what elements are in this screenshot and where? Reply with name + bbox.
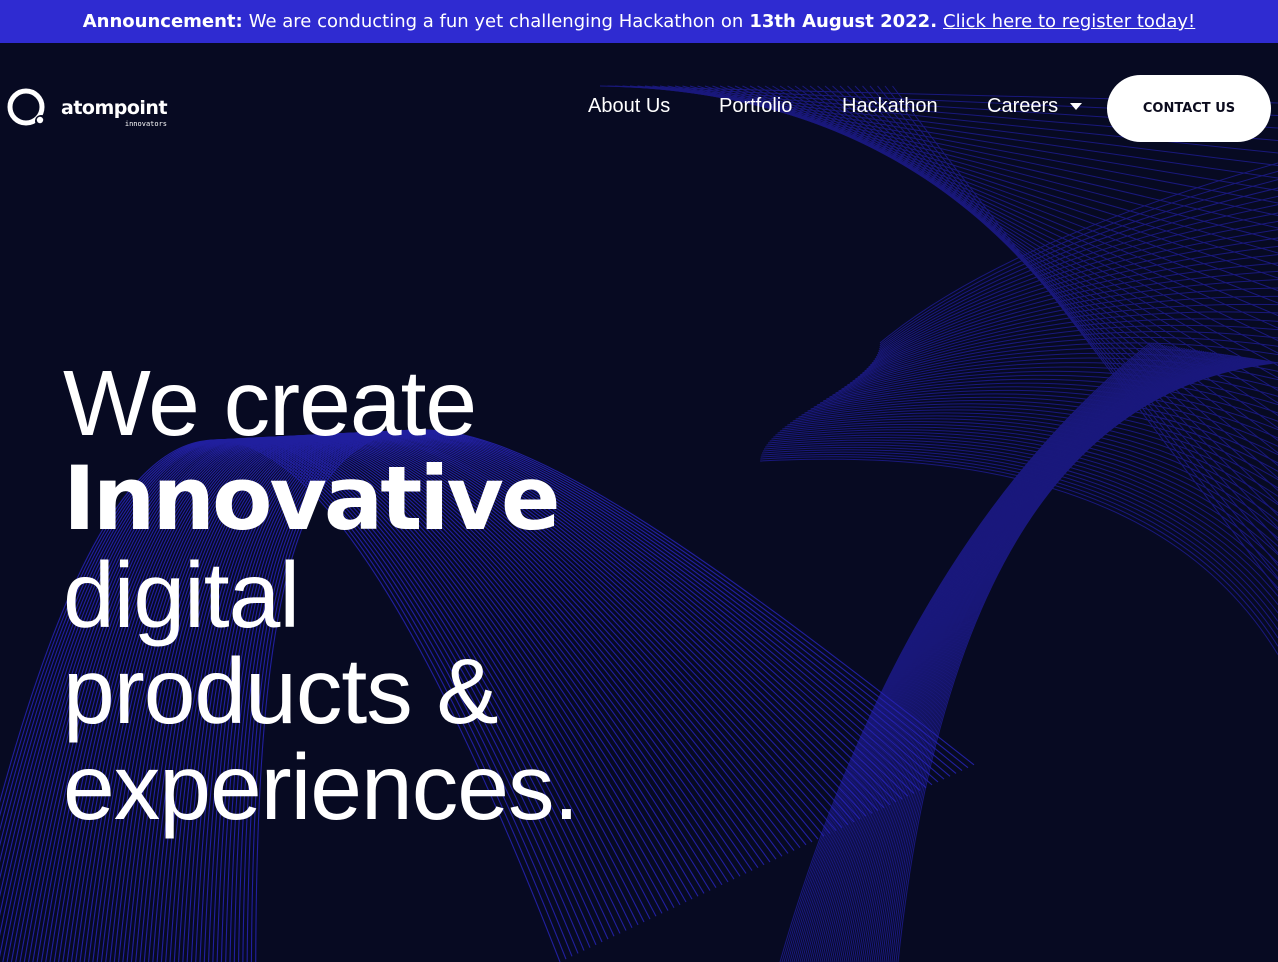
announcement-date: 13th August 2022.	[749, 11, 938, 32]
register-link[interactable]: Click here to register today!	[943, 11, 1195, 32]
hero-line-4: products &	[63, 639, 499, 743]
hero-line-2: Innovative	[63, 447, 561, 550]
brand-name: atompoint	[61, 96, 168, 119]
atompoint-logo-icon	[7, 88, 47, 127]
nav-careers-label: Careers	[987, 95, 1059, 117]
brand-text: atompoint innovators	[61, 96, 168, 128]
nav-careers[interactable]: Careers	[987, 95, 1083, 118]
announcement-bar: Announcement: We are conducting a fun ye…	[0, 0, 1278, 43]
nav-hackathon[interactable]: Hackathon	[842, 95, 938, 118]
brand-logo[interactable]: atompoint innovators	[6, 87, 168, 128]
announcement-text: We are conducting a fun yet challenging …	[248, 11, 744, 32]
hero-heading: We create Innovative digital products & …	[63, 351, 579, 839]
nav-about-us[interactable]: About Us	[588, 95, 670, 118]
contact-us-button[interactable]: CONTACT US	[1107, 75, 1271, 142]
announcement-label: Announcement:	[82, 11, 243, 32]
nav-portfolio[interactable]: Portfolio	[719, 95, 792, 118]
hero-line-1: We create	[63, 351, 477, 455]
caret-down-icon[interactable]	[1070, 103, 1083, 110]
hero-line-3: digital	[63, 543, 300, 647]
hero-line-5: experiences.	[63, 735, 579, 839]
brand-tagline: innovators	[124, 119, 168, 128]
site-header: atompoint innovators About Us Portfolio …	[0, 43, 1278, 173]
